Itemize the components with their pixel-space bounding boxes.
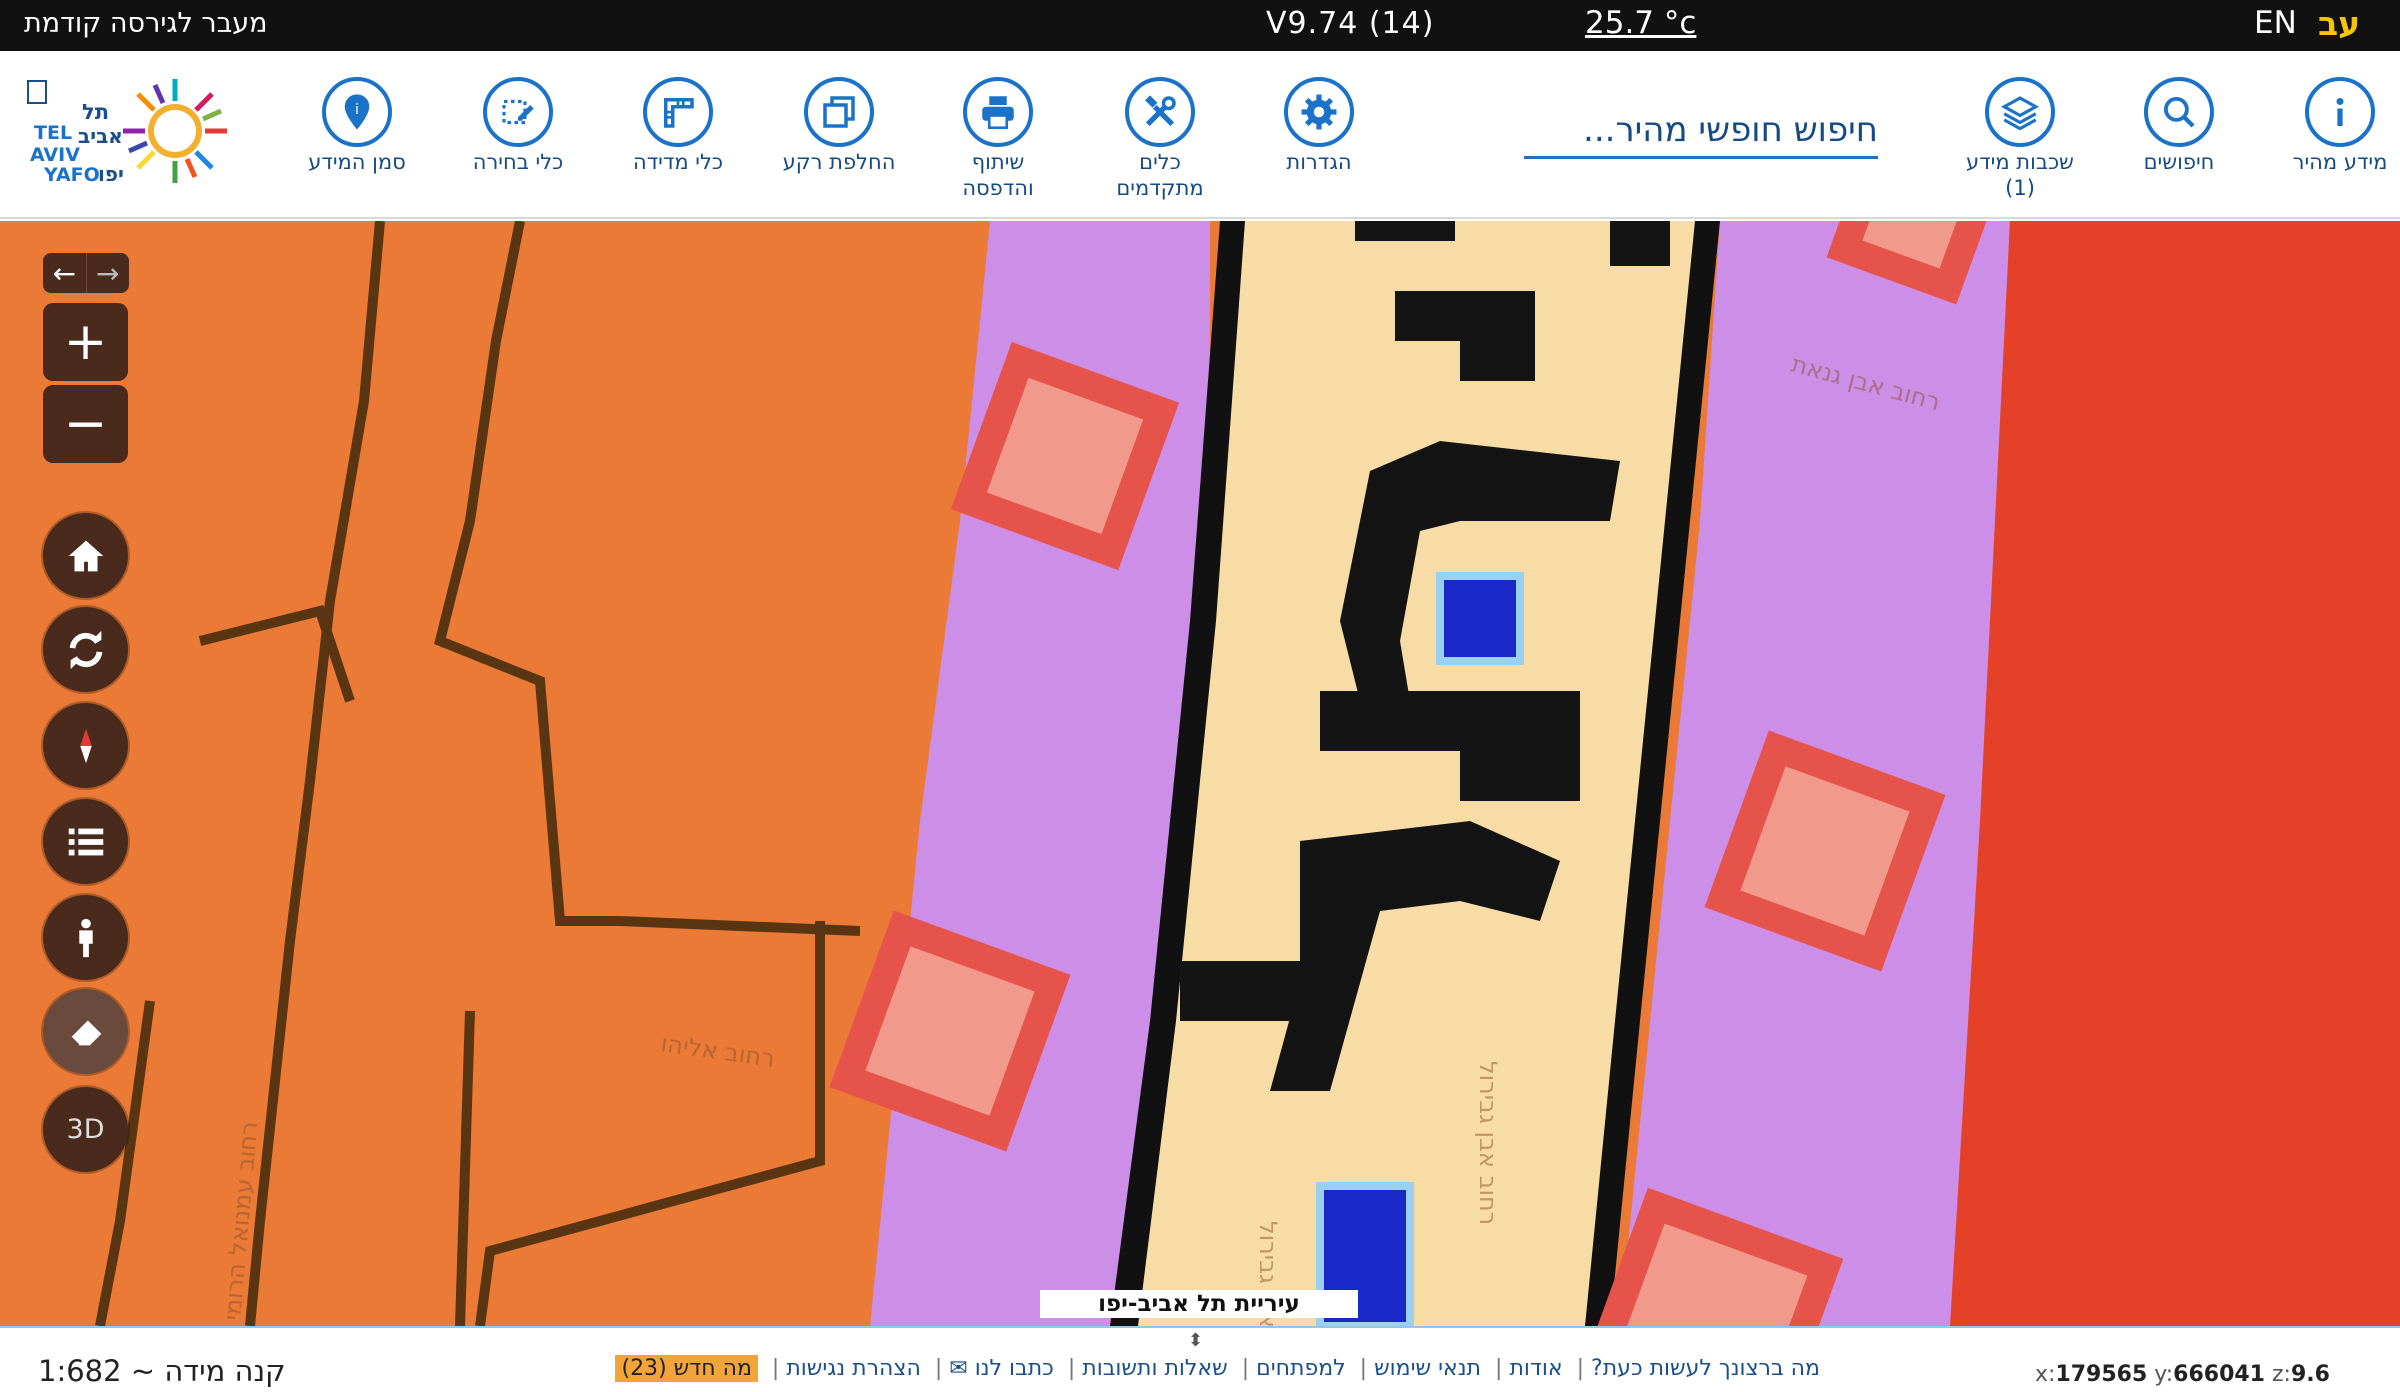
quick-search <box>1524 103 1878 159</box>
footer-link-accessibility[interactable]: הצהרת נגישות <box>786 1356 921 1381</box>
measure-tool-label: כלי מדידה <box>632 150 724 174</box>
red-zone <box>1950 221 2400 1326</box>
basemap-tool-label: החלפת רקע <box>782 150 896 174</box>
zoom-out-button[interactable]: − <box>43 385 128 463</box>
settings-button[interactable]: הגדרות <box>1249 77 1389 175</box>
list-icon <box>68 828 103 855</box>
top-bar: מעבר לגירסה קודמת V9.74 (14) 25.7 °c EN … <box>0 0 2400 51</box>
blue-marker-1 <box>1436 572 1524 665</box>
footer-link-faq[interactable]: שאלות ותשובות <box>1082 1356 1227 1381</box>
footer-link-developers[interactable]: למפתחים <box>1256 1356 1346 1381</box>
city-label: עיריית תל אביב-יפו <box>1040 1290 1358 1318</box>
clear-button[interactable] <box>43 989 128 1074</box>
previous-version-link[interactable]: מעבר לגירסה קודמת <box>24 8 268 39</box>
language-en-button[interactable]: EN <box>2254 5 2297 41</box>
svg-text:AVIV: AVIV <box>30 144 80 166</box>
svg-text:YAFO: YAFO <box>43 164 100 186</box>
version-label: V9.74 (14) <box>1266 6 1435 41</box>
refresh-icon <box>69 630 102 669</box>
quick-info-button[interactable]: מידע מהיר <box>2270 77 2400 175</box>
ruler-icon <box>664 98 694 128</box>
footer-link-terms[interactable]: תנאי שימוש <box>1374 1356 1481 1381</box>
select-tool-label: כלי בחירה <box>472 150 564 174</box>
coord-y: 666041 <box>2173 1362 2265 1387</box>
svg-text:יפו: יפו <box>98 162 124 186</box>
forward-arrow-icon[interactable]: → <box>85 253 130 293</box>
tel-aviv-logo[interactable]: תל TEL אביב AVIV YAFO יפו <box>22 77 252 197</box>
marker-tool-button[interactable]: i סמן המידע <box>287 77 427 175</box>
svg-text:TEL: TEL <box>34 122 72 144</box>
marker-tool-label: סמן המידע <box>308 150 406 174</box>
coordinates-readout: x:179565 y:666041 z:9.6 <box>2035 1362 2330 1387</box>
footer-link-about[interactable]: אודות <box>1509 1356 1562 1381</box>
whats-new-badge[interactable]: מה חדש (23) <box>615 1355 758 1382</box>
basemap-tool-button[interactable]: החלפת רקע <box>769 77 909 175</box>
resize-handle-icon[interactable]: ⬍ <box>1188 1330 1203 1351</box>
searches-label: חיפושים <box>2143 150 2215 174</box>
map-scale: קנה מידה ~ 1:682 <box>38 1354 286 1388</box>
logo-icon: תל TEL אביב AVIV YAFO יפו <box>27 79 227 186</box>
home-icon <box>68 540 103 571</box>
language-he-button[interactable]: עב <box>2318 4 2360 43</box>
street-view-button[interactable] <box>43 895 128 980</box>
map-view[interactable]: רחוב אבן גנאת רחוב אליהו רחוב עמנואל הרו… <box>0 221 2400 1326</box>
gear-icon <box>1301 94 1337 130</box>
footer-links: מה ברצונך לעשות כעת?| אודות| תנאי שימוש|… <box>580 1355 1820 1382</box>
layers-icon <box>2001 96 2039 131</box>
advanced-tools-button[interactable]: כלים מתקדמים <box>1090 77 1230 201</box>
share-print-button[interactable]: שיתוף והדפסה <box>928 77 1068 201</box>
footer-link-contact[interactable]: כתבו לנו ✉ <box>949 1356 1054 1381</box>
svg-text:i: i <box>355 102 359 118</box>
zoom-in-button[interactable]: + <box>43 303 128 381</box>
eraser-icon <box>69 1020 101 1046</box>
coord-z: 9.6 <box>2290 1362 2330 1387</box>
info-icon <box>2336 98 2344 126</box>
3d-view-button[interactable]: 3D <box>43 1087 128 1172</box>
basemap-icon <box>823 96 855 128</box>
map-pin-icon: i <box>344 94 370 130</box>
legend-button[interactable] <box>43 799 128 884</box>
back-arrow-icon[interactable]: ← <box>43 253 86 293</box>
layers-label: שכבות מידע <box>1966 150 2074 174</box>
svg-text:אביב: אביב <box>78 124 123 148</box>
share-print-label-2: והדפסה <box>962 176 1034 200</box>
street-label-5: רחוב אבן גבירול <box>1474 1061 1502 1225</box>
tools-icon <box>1145 95 1176 127</box>
select-edit-icon <box>502 99 534 125</box>
home-button[interactable] <box>43 513 128 598</box>
logo-text: תל <box>82 100 109 124</box>
quick-info-label: מידע מהיר <box>2292 150 2388 174</box>
compass-icon <box>79 728 92 763</box>
history-nav: ← → <box>43 253 129 293</box>
coord-x: 179565 <box>2055 1362 2148 1387</box>
footer-bar: ⬍ קנה מידה ~ 1:682 מה ברצונך לעשות כעת?|… <box>0 1326 2400 1392</box>
measure-tool-button[interactable]: כלי מדידה <box>608 77 748 175</box>
printer-icon <box>982 96 1014 130</box>
layers-button[interactable]: שכבות מידע (1) <box>1950 77 2090 201</box>
footer-link-what-now[interactable]: מה ברצונך לעשות כעת? <box>1591 1356 1820 1381</box>
compass-button[interactable] <box>43 703 128 788</box>
temperature-label[interactable]: 25.7 °c <box>1585 5 1696 41</box>
quick-search-input[interactable] <box>1524 103 1878 156</box>
search-icon <box>2163 96 2195 128</box>
main-toolbar: תל TEL אביב AVIV YAFO יפו i סמן המידע כל… <box>0 51 2400 219</box>
refresh-button[interactable] <box>43 607 128 692</box>
share-print-label-1: שיתוף <box>971 150 1025 174</box>
advanced-tools-label-1: כלים <box>1139 150 1181 174</box>
select-tool-button[interactable]: כלי בחירה <box>448 77 588 175</box>
advanced-tools-label-2: מתקדמים <box>1116 176 1204 200</box>
map-canvas: רחוב אבן גנאת רחוב אליהו רחוב עמנואל הרו… <box>0 221 2400 1326</box>
person-icon <box>78 918 93 957</box>
searches-button[interactable]: חיפושים <box>2109 77 2249 175</box>
layers-count: (1) <box>2005 176 2035 200</box>
settings-label: הגדרות <box>1286 150 1352 174</box>
